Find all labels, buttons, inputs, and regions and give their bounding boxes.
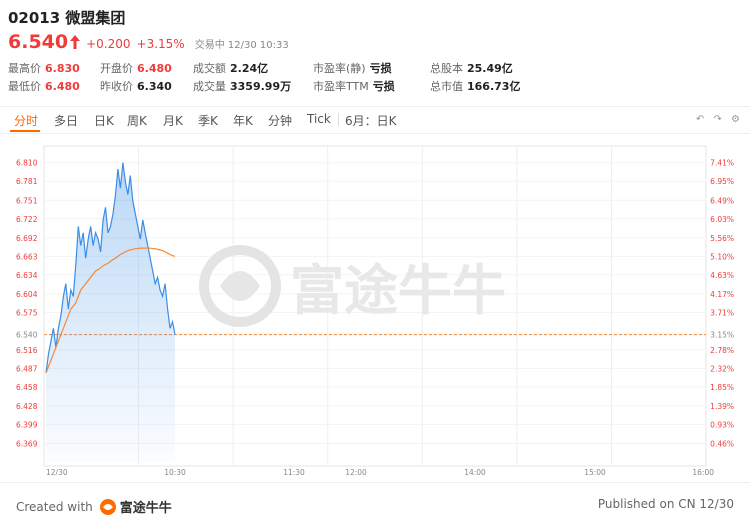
stat-high: 最高价 6.830 <box>8 62 80 75</box>
price-change-pct: +3.15% <box>136 37 185 51</box>
tab-minute[interactable]: 分钟 <box>268 112 292 129</box>
futu-logo-icon <box>99 498 116 515</box>
y-tick-right: 7.41% <box>710 159 734 168</box>
quote-header: 02013 微盟集团 6.540 +0.200 +3.15% 交易中 12/30… <box>0 0 750 104</box>
y-tick-right: 5.56% <box>710 234 734 243</box>
settings-icon[interactable]: ⚙ <box>731 114 740 125</box>
tab-multi-day[interactable]: 多日 <box>54 112 78 129</box>
y-tick-right: 3.71% <box>710 308 734 317</box>
x-tick: 16:00 <box>692 468 714 477</box>
stat-low: 最低价 6.480 <box>8 80 80 93</box>
price-row: 6.540 +0.200 +3.15% 交易中 12/30 10:33 <box>8 31 289 53</box>
y-tick-left: 6.722 <box>16 215 38 224</box>
x-tick: 14:00 <box>464 468 486 477</box>
y-tick-right: 6.49% <box>710 196 734 205</box>
y-tick-right: 0.93% <box>710 420 734 429</box>
y-tick-left: 6.399 <box>16 420 38 429</box>
stat-prev-close: 昨收价 6.340 <box>100 80 172 93</box>
period-tabs: 分时 多日 日K 周K 月K 季K 年K 分钟 Tick 6月：日K ↶ ↷ ⚙ <box>0 106 750 134</box>
y-tick-right: 3.15% <box>710 331 734 340</box>
price-area <box>46 162 175 462</box>
tab-quarter-k[interactable]: 季K <box>198 112 218 129</box>
y-tick-left: 6.428 <box>16 402 38 411</box>
stock-title: 02013 微盟集团 <box>8 7 125 28</box>
stat-market-cap: 总市值 166.73亿 <box>430 80 521 93</box>
tab-divider <box>338 113 339 126</box>
stat-turnover: 成交额 2.24亿 <box>193 62 269 75</box>
y-tick-left: 6.487 <box>16 364 38 373</box>
stat-open: 开盘价 6.480 <box>100 62 172 75</box>
y-tick-right: 1.39% <box>710 402 734 411</box>
y-tick-right: 6.03% <box>710 215 734 224</box>
y-tick-left: 6.663 <box>16 252 38 261</box>
stat-total-shares: 总股本 25.49亿 <box>430 62 513 75</box>
y-tick-left: 6.458 <box>16 383 38 392</box>
tab-6m-day-k[interactable]: 6月：日K <box>345 112 397 129</box>
up-arrow-icon <box>70 34 81 49</box>
x-tick: 11:30 <box>283 468 305 477</box>
tab-day-k[interactable]: 日K <box>94 112 114 129</box>
y-tick-left: 6.751 <box>16 196 38 205</box>
y-tick-right: 2.78% <box>710 346 734 355</box>
current-price: 6.540 <box>8 31 69 53</box>
stock-name: 微盟集团 <box>65 9 126 27</box>
y-tick-left: 6.692 <box>16 234 38 243</box>
redo-icon[interactable]: ↷ <box>713 114 721 125</box>
tab-month-k[interactable]: 月K <box>163 112 183 129</box>
y-tick-left: 6.634 <box>16 271 38 280</box>
active-tab-indicator <box>10 130 40 132</box>
stat-volume: 成交量 3359.99万 <box>193 80 292 93</box>
x-tick: 15:00 <box>584 468 606 477</box>
y-tick-left: 6.575 <box>16 308 38 317</box>
y-tick-right: 5.10% <box>710 252 734 261</box>
y-tick-left: 6.781 <box>16 177 38 186</box>
tab-week-k[interactable]: 周K <box>127 112 147 129</box>
stat-pe-ttm: 市盈率TTM 亏损 <box>313 80 395 93</box>
y-tick-right: 4.63% <box>710 271 734 280</box>
created-with: Created with 富途牛牛 <box>16 497 172 516</box>
y-tick-right: 4.17% <box>710 290 734 299</box>
undo-icon[interactable]: ↶ <box>696 114 704 125</box>
futu-logo-text: 富途牛牛 <box>119 501 172 516</box>
y-tick-left: 6.516 <box>16 346 38 355</box>
futu-logo: 富途牛牛 <box>99 497 172 516</box>
x-tick: 10:30 <box>164 468 186 477</box>
y-tick-right: 1.85% <box>710 383 734 392</box>
y-tick-left: 6.369 <box>16 440 38 449</box>
y-tick-right: 0.46% <box>710 440 734 449</box>
x-tick: 12/30 <box>46 468 68 477</box>
price-change: +0.200 <box>86 37 131 51</box>
x-tick: 12:00 <box>345 468 367 477</box>
watermark: 富途牛牛 <box>199 245 506 327</box>
watermark-text: 富途牛牛 <box>290 259 506 322</box>
intraday-chart[interactable]: 富途牛牛 6.810 7.41% 6.781 6.95% 6.751 6.49% 6.722… <box>0 134 750 482</box>
y-tick-left: 6.540 <box>16 331 38 340</box>
chart-svg: 富途牛牛 6.810 7.41% 6.781 6.95% 6.751 6.49% 6.722… <box>16 145 734 477</box>
y-tick-left: 6.810 <box>16 159 38 168</box>
trading-status: 交易中 12/30 10:33 <box>194 40 289 51</box>
footer: Created with 富途牛牛 Published on CN 12/30 <box>0 482 750 527</box>
tab-year-k[interactable]: 年K <box>233 112 253 129</box>
published-on: Published on CN 12/30 <box>597 497 734 511</box>
y-tick-right: 6.95% <box>710 177 734 186</box>
tab-tick[interactable]: Tick <box>307 112 331 126</box>
stock-code: 02013 <box>8 9 61 27</box>
chart-toolbar: ↶ ↷ ⚙ <box>690 114 740 125</box>
tab-intraday[interactable]: 分时 <box>14 112 38 129</box>
created-with-text: Created with <box>16 499 93 514</box>
logo-swirl-icon <box>220 271 260 301</box>
y-tick-left: 6.604 <box>16 290 38 299</box>
stat-pe-static: 市盈率(静) 亏损 <box>313 62 392 75</box>
y-tick-right: 2.32% <box>710 364 734 373</box>
